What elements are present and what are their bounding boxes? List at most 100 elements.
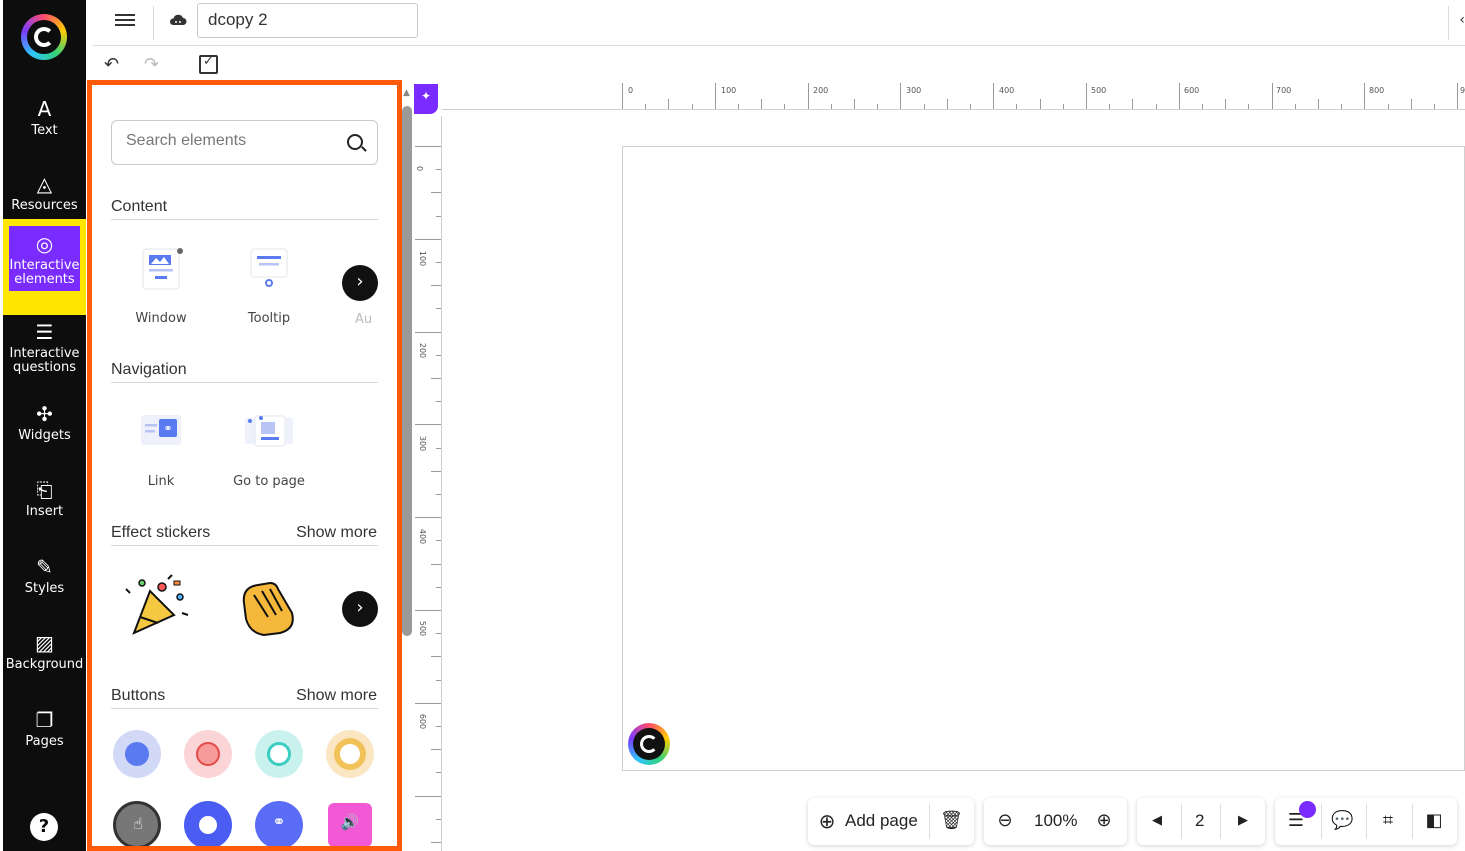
add-page-button[interactable]: Add page xyxy=(845,811,918,831)
app-logo[interactable] xyxy=(21,14,67,60)
sidebar-item-pages[interactable]: ❐ Pages xyxy=(3,708,86,749)
sidebar-item-text[interactable]: A Text xyxy=(3,97,86,138)
button-style-red[interactable] xyxy=(184,730,232,778)
add-circle-icon[interactable]: ⊕ xyxy=(816,810,838,832)
button-style-touch[interactable]: ☝ xyxy=(113,801,161,846)
element-label: Tooltip xyxy=(247,311,291,326)
confetti-sticker-icon[interactable] xyxy=(122,573,192,639)
svg-text:⚭: ⚭ xyxy=(163,422,172,435)
ruler-tick xyxy=(1387,104,1389,109)
comment-icon[interactable]: 💬 xyxy=(1331,810,1353,832)
element-window[interactable]: Window xyxy=(111,243,211,326)
tooltip-icon xyxy=(250,248,288,287)
sidebar-item-label: Styles xyxy=(24,581,65,596)
ruler-tick xyxy=(1271,83,1273,109)
ruler-label: 0 xyxy=(415,165,425,172)
element-link[interactable]: ⚭ Link xyxy=(111,406,211,489)
stickers-next-button[interactable]: › xyxy=(342,591,378,627)
pin-icon[interactable]: ✦ xyxy=(414,84,438,114)
ruler-tick xyxy=(436,586,441,588)
ruler-tick xyxy=(1086,83,1087,109)
previous-page-icon[interactable]: ◀ xyxy=(1146,810,1168,832)
content-next-button[interactable]: › xyxy=(342,265,378,301)
scrollbar-thumb[interactable] xyxy=(402,106,412,636)
search-input[interactable]: Search elements xyxy=(111,120,378,165)
ruler-label: 100 xyxy=(721,86,737,95)
page-canvas[interactable] xyxy=(622,146,1465,771)
sidebar-item-resources[interactable]: ◬ Resources xyxy=(3,172,86,213)
ruler-tick xyxy=(1364,83,1366,109)
button-style-teal[interactable] xyxy=(255,730,303,778)
ruler-tick xyxy=(415,331,441,333)
button-style-yellow[interactable] xyxy=(326,730,374,778)
divider xyxy=(1366,804,1367,839)
element-tooltip[interactable]: Tooltip xyxy=(219,243,319,326)
ruler-tick xyxy=(436,447,441,449)
brand-logo-icon xyxy=(628,723,670,765)
ruler-tick xyxy=(830,104,832,109)
sidebar-item-interactive-elements[interactable]: ◎ Interactive elements xyxy=(3,219,86,315)
save-check-icon[interactable] xyxy=(199,54,218,74)
split-view-icon[interactable]: ◧ xyxy=(1423,810,1445,832)
undo-icon[interactable]: ↶ xyxy=(104,54,119,75)
ruler-tick xyxy=(415,610,441,611)
help-button[interactable]: ? xyxy=(30,813,58,841)
ruler-tick xyxy=(1109,104,1111,109)
zoom-out-icon[interactable]: ⊖ xyxy=(994,810,1016,832)
ruler-tick xyxy=(436,401,441,403)
sidebar-item-interactive-questions[interactable]: ☰ Interactive questions xyxy=(3,320,86,375)
divider xyxy=(111,708,378,709)
next-page-icon[interactable]: ▶ xyxy=(1232,810,1254,832)
section-title-buttons: Buttons xyxy=(111,687,166,704)
divider xyxy=(929,804,930,839)
ruler-tick xyxy=(1225,99,1227,109)
button-style-ring[interactable] xyxy=(184,801,232,846)
ruler-tick xyxy=(1155,104,1157,109)
ruler-tick xyxy=(1434,104,1435,109)
element-go-to-page[interactable]: Go to page xyxy=(219,406,319,489)
buttons-show-more-link[interactable]: Show more xyxy=(296,687,377,705)
scroll-up-arrow-icon[interactable]: ▲ xyxy=(403,88,410,98)
ruler-label: 100 xyxy=(418,250,428,267)
sidebar-item-widgets[interactable]: ✣ Widgets xyxy=(3,402,86,443)
ruler-label: 9 xyxy=(1460,86,1465,95)
fit-screen-icon[interactable]: ⌗ xyxy=(1377,810,1399,832)
sidebar-item-label: Insert xyxy=(25,504,64,519)
clapping-hands-sticker-icon[interactable] xyxy=(234,573,300,639)
redo-icon[interactable]: ↷ xyxy=(144,54,159,75)
button-style-audio[interactable]: 🔊 xyxy=(328,803,372,846)
search-icon[interactable] xyxy=(347,134,363,150)
project-title-input[interactable]: dcopy 2 xyxy=(197,3,418,38)
panel-scrollbar[interactable]: ▲ xyxy=(402,86,413,851)
cloud-icon[interactable] xyxy=(169,12,187,28)
divider xyxy=(153,6,154,40)
sidebar-item-styles[interactable]: ✎ Styles xyxy=(3,555,86,596)
ruler-tick xyxy=(431,192,441,194)
effect-stickers-show-more-link[interactable]: Show more xyxy=(296,524,377,542)
trash-icon[interactable]: 🗑 xyxy=(940,810,963,832)
divider xyxy=(1321,804,1322,839)
hamburger-menu-icon[interactable] xyxy=(115,11,135,31)
window-icon xyxy=(142,248,183,290)
ruler-label: 700 xyxy=(1276,86,1292,95)
sidebar-item-insert[interactable]: ⎗ Insert xyxy=(3,478,86,519)
button-style-link[interactable]: ⚭ xyxy=(255,801,303,846)
ruler-tick xyxy=(436,633,441,635)
ruler-tick xyxy=(1016,104,1018,109)
ruler-label: 300 xyxy=(906,86,922,95)
ruler-tick xyxy=(645,104,647,109)
sidebar-item-label: Background xyxy=(5,657,84,672)
ruler-tick xyxy=(436,215,441,217)
zoom-in-icon[interactable]: ⊕ xyxy=(1093,810,1115,832)
sidebar-item-background[interactable]: ▨ Background xyxy=(3,631,86,672)
collapse-arrow-icon[interactable]: ‹ xyxy=(1459,12,1465,28)
ruler-label: 400 xyxy=(418,528,428,545)
sidebar-item-label: Pages xyxy=(25,734,64,749)
button-style-blue[interactable] xyxy=(113,730,161,778)
ruler-tick xyxy=(854,99,855,109)
ruler-tick xyxy=(436,262,441,263)
element-label-clipped: Au xyxy=(355,312,373,327)
top-bar: dcopy 2 ‹ xyxy=(93,0,1465,46)
ruler-label: 500 xyxy=(418,620,428,637)
ruler-tick xyxy=(436,169,441,171)
